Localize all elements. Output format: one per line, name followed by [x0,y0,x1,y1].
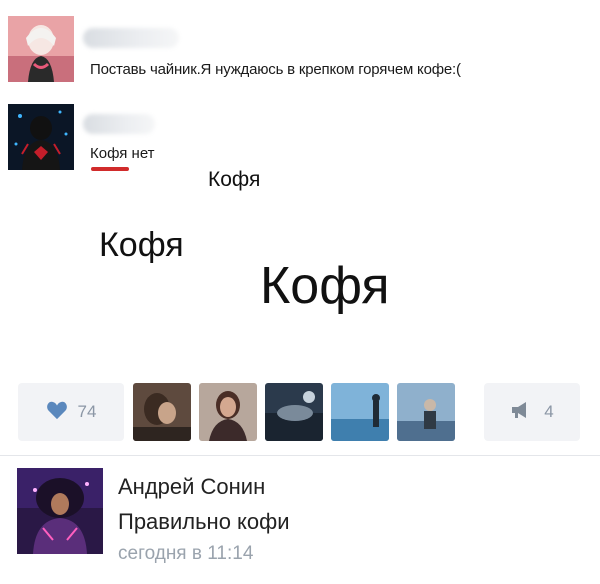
spellcheck-underline [91,167,130,171]
message-2-rest: нет [127,145,155,162]
share-count: 4 [544,402,554,421]
avatar-sender-1[interactable] [8,16,74,82]
liker-avatar[interactable] [133,383,191,441]
comment-timestamp[interactable]: сегодня в 11:14 [118,543,253,565]
kofya-text-small: Кофя [208,168,261,191]
kofya-text-medium: Кофя [99,226,184,264]
liker-avatars [133,383,455,441]
avatar-sender-2[interactable] [8,104,74,170]
avatar-commenter[interactable] [17,468,103,554]
like-button[interactable]: 74 [18,383,124,441]
misspelled-word: Кофя [90,145,130,171]
message-1-text: Поставь чайник.Я нуждаюсь в крепком горя… [90,61,461,78]
comment-author-link[interactable]: Андрей Сонин [118,474,265,500]
share-button[interactable]: 4 [484,383,580,441]
sender-2-name-blurred[interactable] [83,114,155,134]
sender-1-name-blurred[interactable] [83,28,179,48]
message-2-text: Кофя нет [90,145,155,171]
liker-avatar[interactable] [397,383,455,441]
heart-icon [46,400,68,425]
megaphone-icon [510,401,532,424]
liker-avatar[interactable] [199,383,257,441]
liker-avatar[interactable] [331,383,389,441]
liker-avatar[interactable] [265,383,323,441]
comment-text: Правильно кофи [118,509,290,534]
like-count: 74 [77,402,97,421]
kofya-text-large: Кофя [260,257,390,315]
divider [0,455,600,456]
